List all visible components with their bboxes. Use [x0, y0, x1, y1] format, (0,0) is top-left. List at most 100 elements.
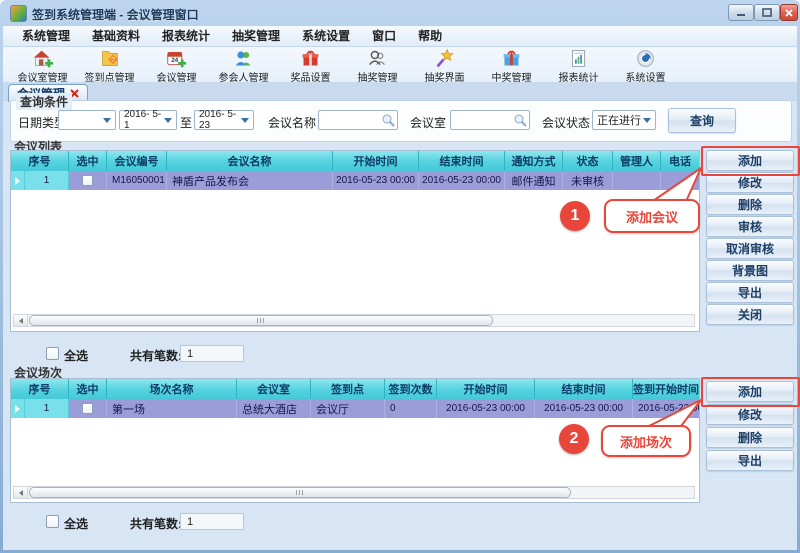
system-settings-icon — [635, 48, 656, 69]
sessions-select-all-checkbox[interactable] — [46, 515, 59, 528]
maximize-button[interactable] — [754, 4, 780, 21]
toolbar-system-settings[interactable]: 系统设置 — [612, 48, 679, 84]
toolbar-report-stats[interactable]: 报表统计 — [545, 48, 612, 84]
col-seq[interactable]: 序号 — [11, 151, 69, 171]
cell-end-time: 2016-05-23 00:00 — [535, 399, 633, 418]
col-selected[interactable]: 选中 — [69, 151, 107, 171]
meeting-name-label: 会议名称 — [268, 114, 316, 131]
session-delete-button[interactable]: 删除 — [706, 427, 794, 448]
toolbar-meeting-manage[interactable]: 24 会议管理 — [143, 48, 210, 84]
toolbar-label: 会议室管理 — [9, 69, 76, 84]
scroll-left-icon[interactable] — [14, 487, 28, 498]
meeting-select-all-label: 全选 — [64, 347, 88, 364]
meeting-export-button[interactable]: 导出 — [706, 282, 794, 303]
date-type-select[interactable] — [58, 110, 116, 130]
toolbar-lottery-ui[interactable]: 抽奖界面 — [411, 48, 478, 84]
window-title: 签到系统管理端 - 会议管理窗口 — [32, 6, 199, 23]
toolbar-attendee-manage[interactable]: 参会人管理 — [210, 48, 277, 84]
menu-window[interactable]: 窗口 — [361, 26, 407, 47]
cell-status: 未审核 — [563, 171, 613, 190]
col-end-time[interactable]: 结束时间 — [535, 379, 633, 399]
toolbar-label: 参会人管理 — [210, 69, 277, 84]
sessions-table-header: 序号 选中 场次名称 会议室 签到点 签到次数 开始时间 结束时间 签到开始时间 — [11, 379, 699, 399]
col-checkin-start-time[interactable]: 签到开始时间 — [633, 379, 699, 399]
col-checkin-count[interactable]: 签到次数 — [385, 379, 437, 399]
col-selected[interactable]: 选中 — [69, 379, 107, 399]
toolbar-checkin-point[interactable]: ? 签到点管理 — [76, 48, 143, 84]
table-row[interactable]: 1 M16050001 神盾产品发布会 2016-05-23 00:00 201… — [11, 171, 699, 190]
menu-base-data[interactable]: 基础资料 — [81, 26, 151, 47]
row-checkbox[interactable] — [82, 175, 93, 186]
cell-phone — [661, 171, 699, 190]
table-row[interactable]: 1 第一场 总统大酒店 会议厅 0 2016-05-23 00:00 2016-… — [11, 399, 699, 418]
meeting-room-input[interactable] — [450, 110, 530, 130]
menu-lottery-manage[interactable]: 抽奖管理 — [221, 26, 291, 47]
toolbar-lottery-manage[interactable]: 抽奖管理 — [344, 48, 411, 84]
sessions-count-value: 1 — [180, 513, 244, 530]
meeting-select-all-checkbox[interactable] — [46, 347, 59, 360]
toolbar-label: 抽奖管理 — [344, 69, 411, 84]
row-arrow-icon — [15, 177, 20, 185]
toolbar-winner-manage[interactable]: 中奖管理 — [478, 48, 545, 84]
minimize-button[interactable] — [728, 4, 754, 21]
meeting-cancel-audit-button[interactable]: 取消审核 — [706, 238, 794, 259]
menu-help[interactable]: 帮助 — [407, 26, 453, 47]
menu-system-manage[interactable]: 系统管理 — [11, 26, 81, 47]
col-phone[interactable]: 电话 — [661, 151, 699, 171]
cell-notify-method: 邮件通知 — [505, 171, 563, 190]
lottery-manage-icon — [367, 48, 388, 69]
sessions-select-all-label: 全选 — [64, 515, 88, 532]
meeting-audit-button[interactable]: 审核 — [706, 216, 794, 237]
search-button[interactable]: 查询 — [668, 108, 736, 133]
meeting-status-value: 正在进行 — [597, 112, 641, 128]
col-session-name[interactable]: 场次名称 — [107, 379, 237, 399]
meeting-close-button[interactable]: 关闭 — [706, 304, 794, 325]
title-bar: 签到系统管理端 - 会议管理窗口 — [0, 0, 800, 26]
meeting-background-button[interactable]: 背景图 — [706, 260, 794, 281]
meeting-table-hscrollbar[interactable] — [13, 314, 695, 327]
annotation-step-2-badge: 2 — [559, 424, 589, 454]
col-seq[interactable]: 序号 — [11, 379, 69, 399]
col-end-time[interactable]: 结束时间 — [419, 151, 505, 171]
search-icon — [513, 113, 527, 127]
col-start-time[interactable]: 开始时间 — [437, 379, 535, 399]
row-indicator — [11, 399, 25, 418]
toolbar-label: 报表统计 — [545, 69, 612, 84]
col-manager[interactable]: 管理人 — [613, 151, 661, 171]
scrollbar-thumb[interactable] — [29, 487, 571, 498]
col-meeting-room[interactable]: 会议室 — [237, 379, 311, 399]
cell-selected[interactable] — [69, 171, 107, 190]
scrollbar-thumb[interactable] — [29, 315, 493, 326]
cell-meeting-code: M16050001 — [107, 171, 167, 190]
cell-meeting-name: 神盾产品发布会 — [167, 171, 333, 190]
meeting-room-icon — [32, 48, 53, 69]
query-legend: 查询条件 — [16, 93, 72, 110]
meeting-manage-icon: 24 — [166, 48, 187, 69]
highlight-rect-add-meeting — [701, 146, 800, 176]
toolbar-prize-settings[interactable]: 奖品设置 — [277, 48, 344, 84]
date-from-picker[interactable]: 2016- 5- 1 — [119, 110, 177, 130]
cell-seq: 1 — [25, 399, 69, 418]
col-meeting-code[interactable]: 会议编号 — [107, 151, 167, 171]
menu-report-stats[interactable]: 报表统计 — [151, 26, 221, 47]
col-start-time[interactable]: 开始时间 — [333, 151, 419, 171]
scroll-left-icon[interactable] — [14, 315, 28, 326]
search-icon — [381, 113, 395, 127]
toolbar-meeting-room[interactable]: 会议室管理 — [9, 48, 76, 84]
col-meeting-name[interactable]: 会议名称 — [167, 151, 333, 171]
sessions-table-hscrollbar[interactable] — [13, 486, 695, 499]
cell-selected[interactable] — [69, 399, 107, 418]
session-edit-button[interactable]: 修改 — [706, 404, 794, 425]
col-notify-method[interactable]: 通知方式 — [505, 151, 563, 171]
col-status[interactable]: 状态 — [563, 151, 613, 171]
session-export-button[interactable]: 导出 — [706, 450, 794, 471]
meeting-delete-button[interactable]: 删除 — [706, 194, 794, 215]
date-to-picker[interactable]: 2016- 5-23 — [194, 110, 254, 130]
meeting-status-select[interactable]: 正在进行 — [592, 110, 656, 130]
menu-system-settings[interactable]: 系统设置 — [291, 26, 361, 47]
close-button[interactable] — [780, 4, 798, 21]
col-checkin-point[interactable]: 签到点 — [311, 379, 385, 399]
meeting-name-input[interactable] — [318, 110, 398, 130]
row-checkbox[interactable] — [82, 403, 93, 414]
toolbar-label: 系统设置 — [612, 69, 679, 84]
